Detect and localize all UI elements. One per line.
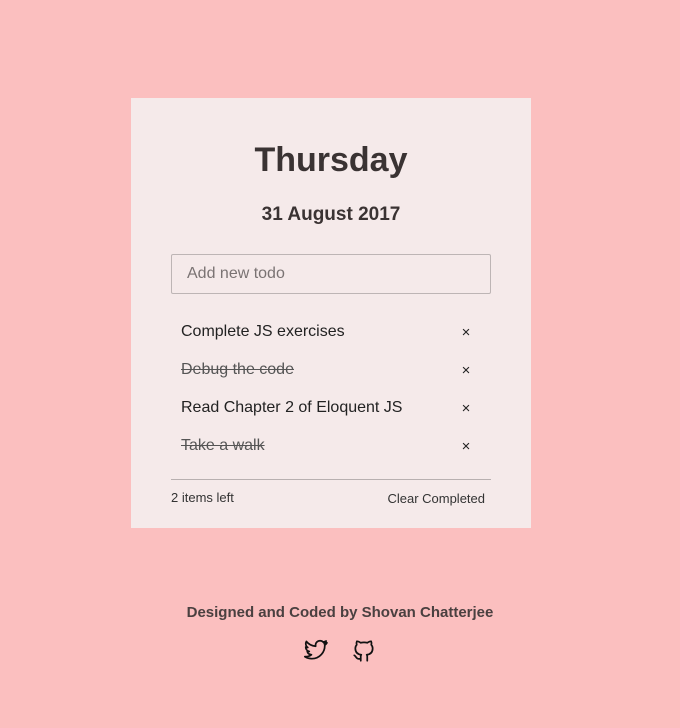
- todo-item: Take a walk ×: [171, 427, 491, 465]
- credit-text: Designed and Coded by Shovan Chatterjee: [186, 604, 494, 621]
- footer-divider: [171, 479, 491, 480]
- new-todo-input[interactable]: [171, 254, 491, 294]
- todo-text[interactable]: Take a walk: [181, 437, 265, 455]
- day-heading: Thursday: [254, 141, 408, 179]
- delete-todo-button[interactable]: ×: [456, 362, 476, 379]
- github-icon: [353, 640, 374, 662]
- social-links: [0, 638, 680, 664]
- delete-todo-button[interactable]: ×: [456, 400, 476, 417]
- twitter-icon: [303, 639, 328, 660]
- date-heading: 31 August 2017: [261, 204, 401, 225]
- clear-completed-button[interactable]: Clear Completed: [387, 491, 485, 506]
- todo-item: Complete JS exercises ×: [171, 313, 491, 351]
- todo-list: Complete JS exercises × Debug the code ×…: [171, 313, 491, 465]
- twitter-link[interactable]: [303, 638, 329, 664]
- delete-todo-button[interactable]: ×: [456, 438, 476, 455]
- todo-item: Debug the code ×: [171, 351, 491, 389]
- github-link[interactable]: [351, 638, 377, 664]
- todo-card: Thursday 31 August 2017 Complete JS exer…: [131, 98, 531, 528]
- todo-item: Read Chapter 2 of Eloquent JS ×: [171, 389, 491, 427]
- items-left-count: 2 items left: [171, 490, 234, 505]
- todo-text[interactable]: Read Chapter 2 of Eloquent JS: [181, 399, 402, 417]
- todo-text[interactable]: Complete JS exercises: [181, 323, 345, 341]
- delete-todo-button[interactable]: ×: [456, 324, 476, 341]
- todo-text[interactable]: Debug the code: [181, 361, 294, 379]
